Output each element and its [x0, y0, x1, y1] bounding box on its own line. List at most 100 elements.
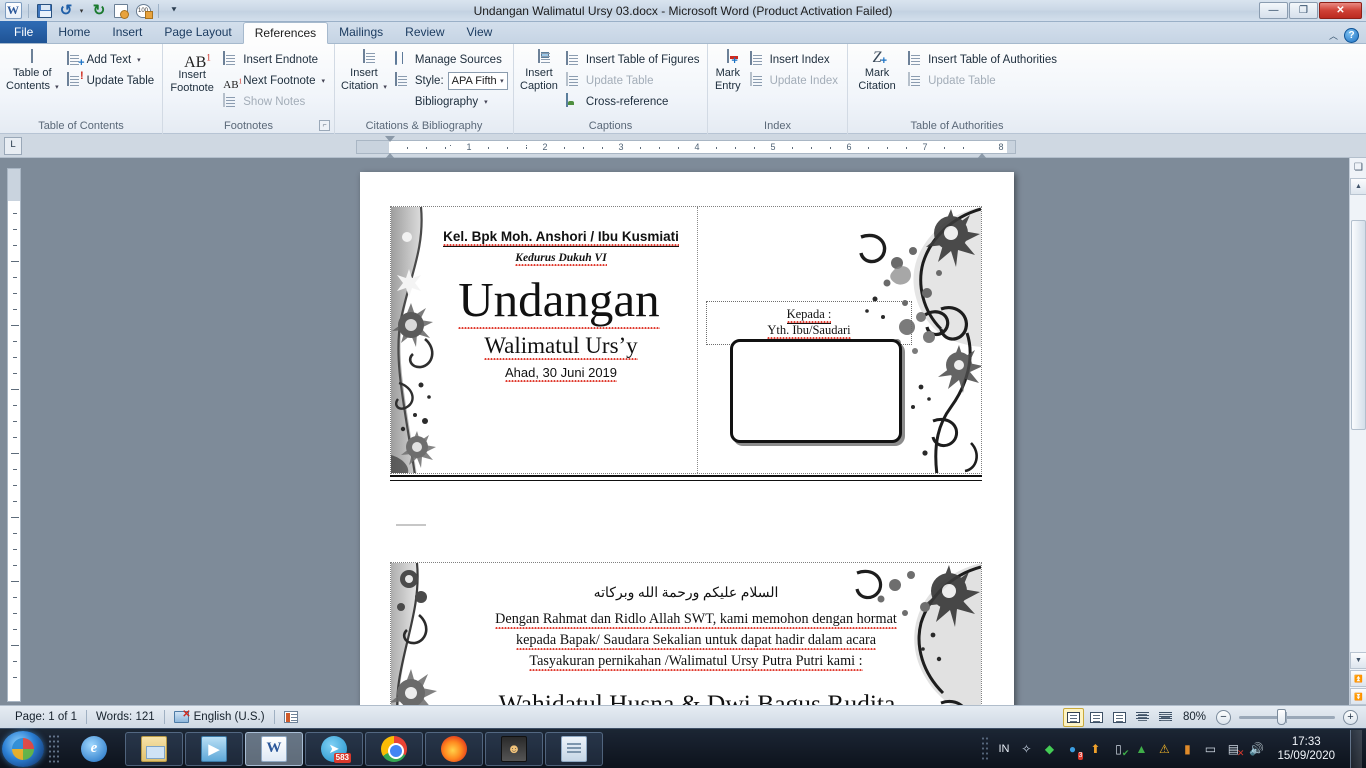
- group-label-index: Index: [708, 119, 847, 134]
- invitation-card-front[interactable]: Kel. Bpk Moh. Anshori / Ibu Kusmiati Ked…: [390, 206, 982, 474]
- next-footnote-button[interactable]: AB1 Next Footnote ▾: [219, 71, 329, 91]
- zoom-level[interactable]: 80%: [1177, 711, 1216, 723]
- insert-footnote-button[interactable]: AB1 Insert Footnote: [168, 48, 216, 96]
- invitation-card-body[interactable]: السلام عليكم ورحمة الله وبركاته Dengan R…: [390, 562, 982, 705]
- word-count[interactable]: Words: 121: [87, 706, 164, 729]
- tab-mailings[interactable]: Mailings: [328, 21, 394, 43]
- color-diamond-icon[interactable]: ◆: [1041, 741, 1057, 757]
- add-text-button[interactable]: + Add Text ▾: [63, 50, 159, 70]
- mark-citation-button[interactable]: Z+ Mark Citation: [853, 48, 901, 94]
- green-triangle-icon[interactable]: ▲: [1133, 741, 1149, 757]
- next-page-button[interactable]: ⏬: [1350, 688, 1366, 705]
- scroll-up-button[interactable]: ▲: [1350, 178, 1366, 195]
- tab-stop-selector[interactable]: L: [4, 137, 22, 155]
- restore-button[interactable]: ❐: [1289, 2, 1318, 19]
- taskbar-item-windows-explorer[interactable]: [125, 732, 183, 766]
- cross-reference-button[interactable]: Cross-reference: [562, 92, 704, 112]
- taskbar-item-windows-media-player[interactable]: ▶: [185, 732, 243, 766]
- footnotes-dialog-launcher-icon[interactable]: ⌐: [319, 120, 330, 131]
- taskbar-item-internet-explorer[interactable]: e: [65, 732, 123, 766]
- zoom-100-icon[interactable]: 100: [133, 2, 153, 20]
- update-arrow-icon[interactable]: ⬆: [1087, 741, 1103, 757]
- tab-view[interactable]: View: [456, 21, 504, 43]
- zoom-in-button[interactable]: +: [1343, 710, 1358, 725]
- orange-app-icon[interactable]: ▮: [1179, 741, 1195, 757]
- safely-remove-hardware-icon[interactable]: ▯✔: [1110, 741, 1126, 757]
- tab-page-layout[interactable]: Page Layout: [153, 21, 242, 43]
- volume-icon[interactable]: 🔊: [1248, 741, 1264, 757]
- messages-icon[interactable]: ●3: [1064, 741, 1080, 757]
- mark-citation-line2: Citation: [858, 80, 895, 92]
- scroll-thumb[interactable]: [1351, 220, 1366, 430]
- insert-endnote-button[interactable]: Insert Endnote: [219, 50, 329, 70]
- recipient-name-box[interactable]: [730, 339, 902, 443]
- insert-table-of-authorities-button[interactable]: Insert Table of Authorities: [904, 50, 1061, 70]
- previous-page-button[interactable]: ⏫: [1350, 670, 1366, 687]
- tab-insert[interactable]: Insert: [101, 21, 153, 43]
- document-canvas[interactable]: Kel. Bpk Moh. Anshori / Ibu Kusmiati Ked…: [0, 158, 1366, 705]
- word-logo-icon[interactable]: W: [3, 2, 23, 20]
- insert-caption-button[interactable]: Insert Caption: [519, 48, 559, 94]
- network-disconnected-icon[interactable]: ▤✕: [1225, 741, 1241, 757]
- macro-recording[interactable]: [275, 706, 307, 729]
- insert-citation-button[interactable]: Insert Citation ▾: [340, 48, 388, 96]
- update-table-toc-button[interactable]: ! Update Table: [63, 71, 159, 91]
- vertical-ruler[interactable]: [7, 168, 21, 702]
- page-indicator[interactable]: Page: 1 of 1: [6, 706, 86, 729]
- close-button[interactable]: ✕: [1319, 2, 1362, 19]
- language-indicator[interactable]: IN: [996, 743, 1011, 755]
- print-layout-view-button[interactable]: [1063, 708, 1084, 727]
- scroll-down-button[interactable]: ▼: [1350, 652, 1366, 669]
- first-line-indent-marker[interactable]: [385, 136, 395, 142]
- vertical-scrollbar[interactable]: ❏ ▲ ▼ ⏫ ⏬: [1349, 158, 1366, 705]
- display-icon[interactable]: ▭: [1202, 741, 1218, 757]
- customize-qat-icon[interactable]: ⯆: [164, 2, 184, 20]
- insert-index-button[interactable]: Insert Index: [746, 50, 842, 70]
- mark-entry-button[interactable]: + Mark Entry: [713, 48, 743, 94]
- action-center-warning-icon[interactable]: ⚠: [1156, 741, 1172, 757]
- help-icon[interactable]: ?: [1344, 28, 1359, 43]
- group-label-table-of-authorities: Table of Authorities: [848, 119, 1066, 134]
- table-of-contents-button[interactable]: Table of Contents ▾: [5, 48, 60, 96]
- select-browse-object-icon[interactable]: ❏: [1350, 158, 1366, 177]
- proofing-status[interactable]: English (U.S.): [165, 706, 274, 729]
- horizontal-ruler[interactable]: 1 2 3 4 5 6 7 8: [356, 140, 1016, 154]
- taskbar-item-user-app[interactable]: ☻: [485, 732, 543, 766]
- taskbar-item-telegram[interactable]: ➤ 583: [305, 732, 363, 766]
- right-margin-area: [1007, 141, 1015, 153]
- print-preview-icon[interactable]: [111, 2, 131, 20]
- outline-view-button[interactable]: [1132, 708, 1153, 727]
- minimize-ribbon-icon[interactable]: ︿: [1329, 29, 1338, 42]
- taskbar-item-notepad[interactable]: [545, 732, 603, 766]
- citation-style-select[interactable]: APA Fifth ▾: [448, 72, 508, 90]
- mark-citation-line1: Mark: [865, 67, 889, 79]
- bibliography-button[interactable]: Bibliography ▾: [391, 92, 512, 112]
- zoom-slider-handle[interactable]: [1277, 709, 1286, 725]
- citation-style-value: APA Fifth: [452, 75, 497, 87]
- taskbar-item-microsoft-word[interactable]: W: [245, 732, 303, 766]
- tab-file[interactable]: File: [0, 21, 47, 43]
- show-desktop-button[interactable]: [1350, 730, 1362, 768]
- tab-review[interactable]: Review: [394, 21, 455, 43]
- tab-references[interactable]: References: [243, 22, 328, 44]
- full-screen-reading-view-button[interactable]: [1086, 708, 1107, 727]
- undo-dropdown-icon[interactable]: ▾: [78, 2, 87, 20]
- zoom-slider[interactable]: [1239, 716, 1335, 719]
- status-bar-right: 80% − +: [1062, 708, 1366, 727]
- tab-home[interactable]: Home: [47, 21, 101, 43]
- taskbar-item-google-chrome[interactable]: [365, 732, 423, 766]
- document-page-1[interactable]: Kel. Bpk Moh. Anshori / Ibu Kusmiati Ked…: [360, 172, 1014, 705]
- redo-icon[interactable]: ↻: [89, 2, 109, 20]
- network-graph-icon[interactable]: ✧: [1018, 741, 1034, 757]
- save-icon[interactable]: [34, 2, 54, 20]
- clock[interactable]: 17:33 15/09/2020: [1271, 735, 1341, 763]
- draft-view-button[interactable]: [1155, 708, 1176, 727]
- insert-table-of-figures-button[interactable]: Insert Table of Figures: [562, 50, 704, 70]
- minimize-button[interactable]: —: [1259, 2, 1288, 19]
- start-button[interactable]: [2, 731, 44, 767]
- manage-sources-button[interactable]: Manage Sources: [391, 50, 512, 70]
- zoom-out-button[interactable]: −: [1216, 710, 1231, 725]
- undo-icon[interactable]: ↺: [56, 2, 76, 20]
- taskbar-item-firefox[interactable]: [425, 732, 483, 766]
- web-layout-view-button[interactable]: [1109, 708, 1130, 727]
